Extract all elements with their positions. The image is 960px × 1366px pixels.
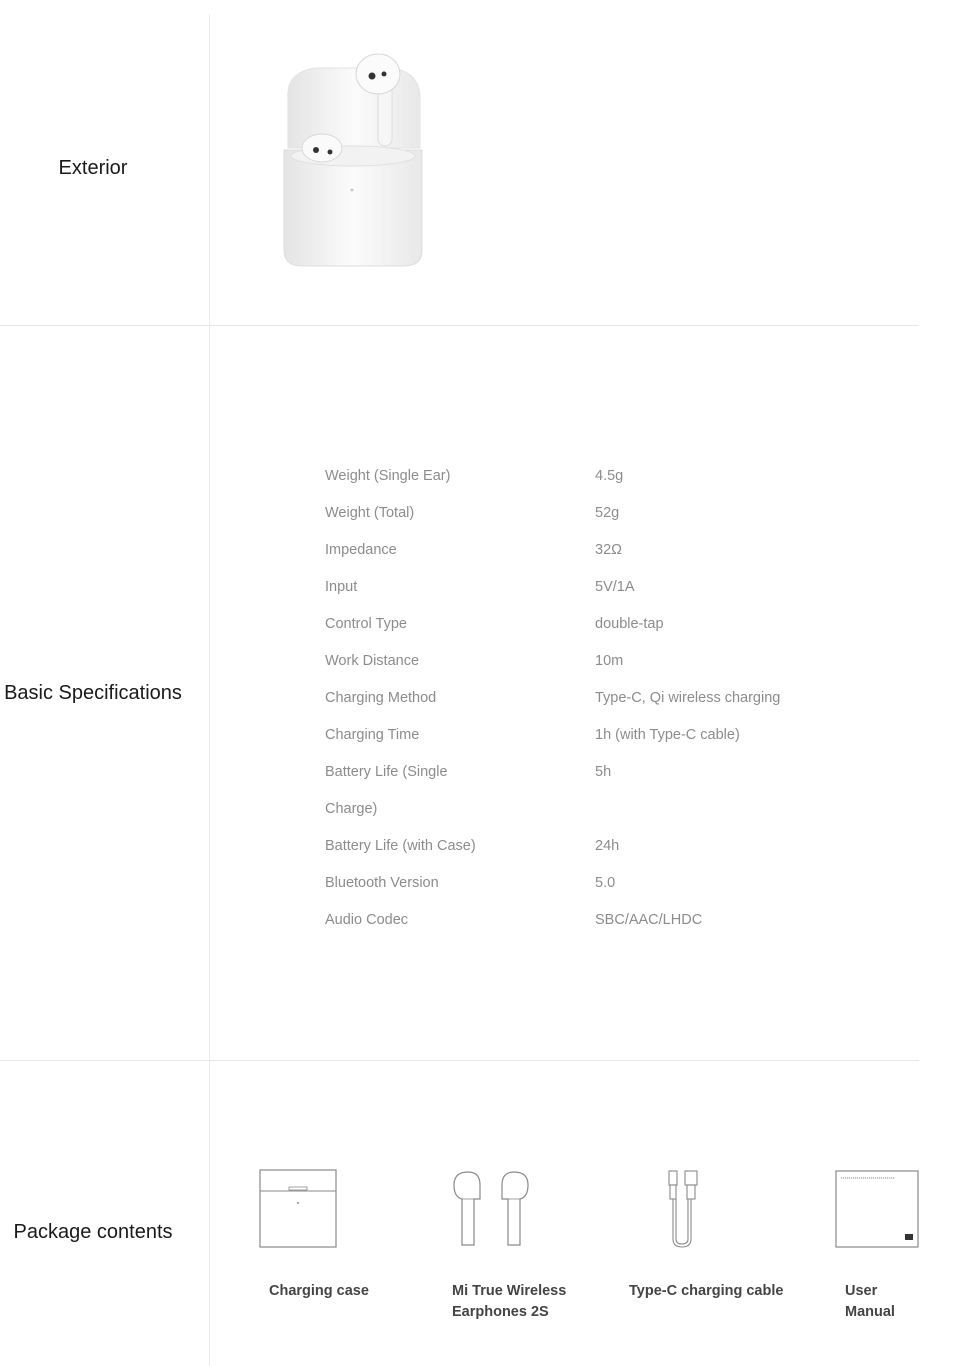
section-label-exterior: Exterior [58, 157, 128, 179]
spec-row: Charging Time 1h (with Type-C cable) [325, 717, 885, 754]
spec-key: Weight (Single Ear) [325, 468, 451, 484]
spec-value: Type-C, Qi wireless charging [595, 690, 781, 706]
spec-row: Weight (Total) 52g [325, 495, 885, 532]
spec-key: Weight (Total) [325, 505, 415, 521]
package-label-line: User [845, 1283, 878, 1299]
spec-value: 1h (with Type-C cable) [595, 727, 740, 743]
spec-value: 5.0 [595, 875, 616, 891]
spec-row: Audio Codec SBC/AAC/LHDC [325, 902, 885, 939]
package-item-label: User Manual [845, 1281, 895, 1323]
earbuds-case-image [283, 53, 423, 267]
usb-cable-icon [668, 1170, 698, 1248]
spec-key: Charging Time [325, 727, 420, 743]
spec-row: Charging Method Type-C, Qi wireless char… [325, 680, 885, 717]
package-item-label: Charging case [269, 1281, 369, 1302]
charging-case-icon [259, 1169, 337, 1248]
spec-key: Audio Codec [325, 912, 409, 928]
spec-key: Control Type [325, 616, 407, 632]
spec-key: Bluetooth Version [325, 875, 439, 891]
spec-row: Impedance 32Ω [325, 532, 885, 569]
spec-key: Charge) [325, 801, 378, 817]
spec-row: Bluetooth Version 5.0 [325, 865, 885, 902]
spec-value: 52g [595, 505, 620, 521]
spec-key: Charging Method [325, 690, 437, 706]
spec-row: Battery Life (Single 5h [325, 754, 885, 791]
package-label-line: Charging case [269, 1283, 369, 1299]
spec-row: Battery Life (with Case) 24h [325, 828, 885, 865]
spec-value: 5V/1A [595, 579, 635, 595]
package-label-line: Mi True Wireless [452, 1283, 567, 1299]
package-label-line: Earphones 2S [452, 1304, 549, 1320]
spec-value: 24h [595, 838, 620, 854]
spec-key: Battery Life (Single [325, 764, 448, 780]
spec-value: 4.5g [595, 468, 624, 484]
package-item-label: Mi True Wireless Earphones 2S [452, 1281, 566, 1323]
spec-row: Weight (Single Ear) 4.5g [325, 458, 885, 495]
earphones-icon [453, 1171, 529, 1246]
row-divider-1 [0, 325, 919, 326]
row-divider-2 [0, 1060, 919, 1061]
spec-key: Impedance [325, 542, 397, 558]
section-label-package-contents: Package contents [13, 1221, 173, 1243]
spec-row: Control Type double-tap [325, 606, 885, 643]
spec-key: Input [325, 579, 358, 595]
package-label-line: Manual [845, 1304, 895, 1320]
spec-value: 10m [595, 653, 624, 669]
manual-icon [835, 1170, 919, 1248]
package-label-line: Type-C charging cable [629, 1283, 784, 1299]
spec-key: Work Distance [325, 653, 420, 669]
spec-value: SBC/AAC/LHDC [595, 912, 703, 928]
spec-row: Input 5V/1A [325, 569, 885, 606]
spec-value: 32Ω [595, 542, 622, 558]
spec-key: Battery Life (with Case) [325, 838, 476, 854]
spec-value: double-tap [595, 616, 664, 632]
package-item-label: Type-C charging cable [629, 1281, 783, 1302]
section-label-basic-specifications: Basic Specifications [4, 682, 182, 704]
spec-row: Charge) [325, 791, 885, 828]
spec-row: Work Distance 10m [325, 643, 885, 680]
column-divider [209, 14, 210, 1366]
spec-value: 5h [595, 764, 612, 780]
